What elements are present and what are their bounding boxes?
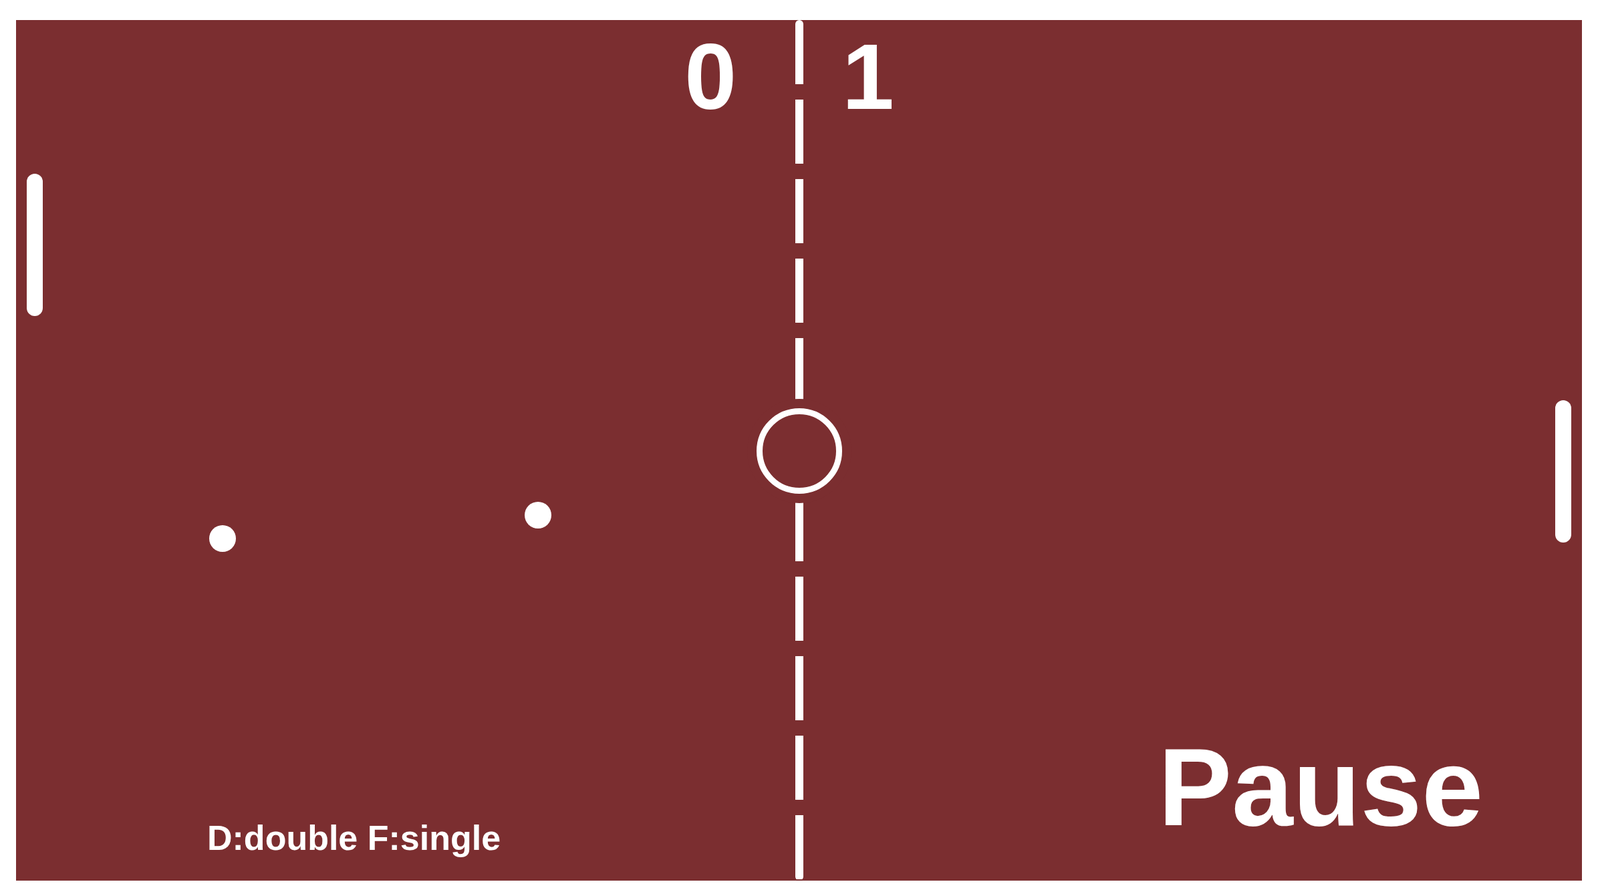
left-score: 0 [684, 30, 737, 124]
game-page: 0 1 Pause D:double F:single [0, 0, 1600, 894]
center-circle [756, 408, 843, 494]
left-paddle[interactable] [26, 173, 43, 317]
pause-label: Pause [1158, 732, 1484, 843]
right-score: 1 [842, 30, 895, 124]
ball [209, 525, 236, 553]
ball [524, 501, 552, 529]
court[interactable]: 0 1 Pause D:double F:single [16, 20, 1582, 881]
controls-hint: D:double F:single [207, 820, 501, 856]
right-paddle[interactable] [1555, 400, 1572, 543]
